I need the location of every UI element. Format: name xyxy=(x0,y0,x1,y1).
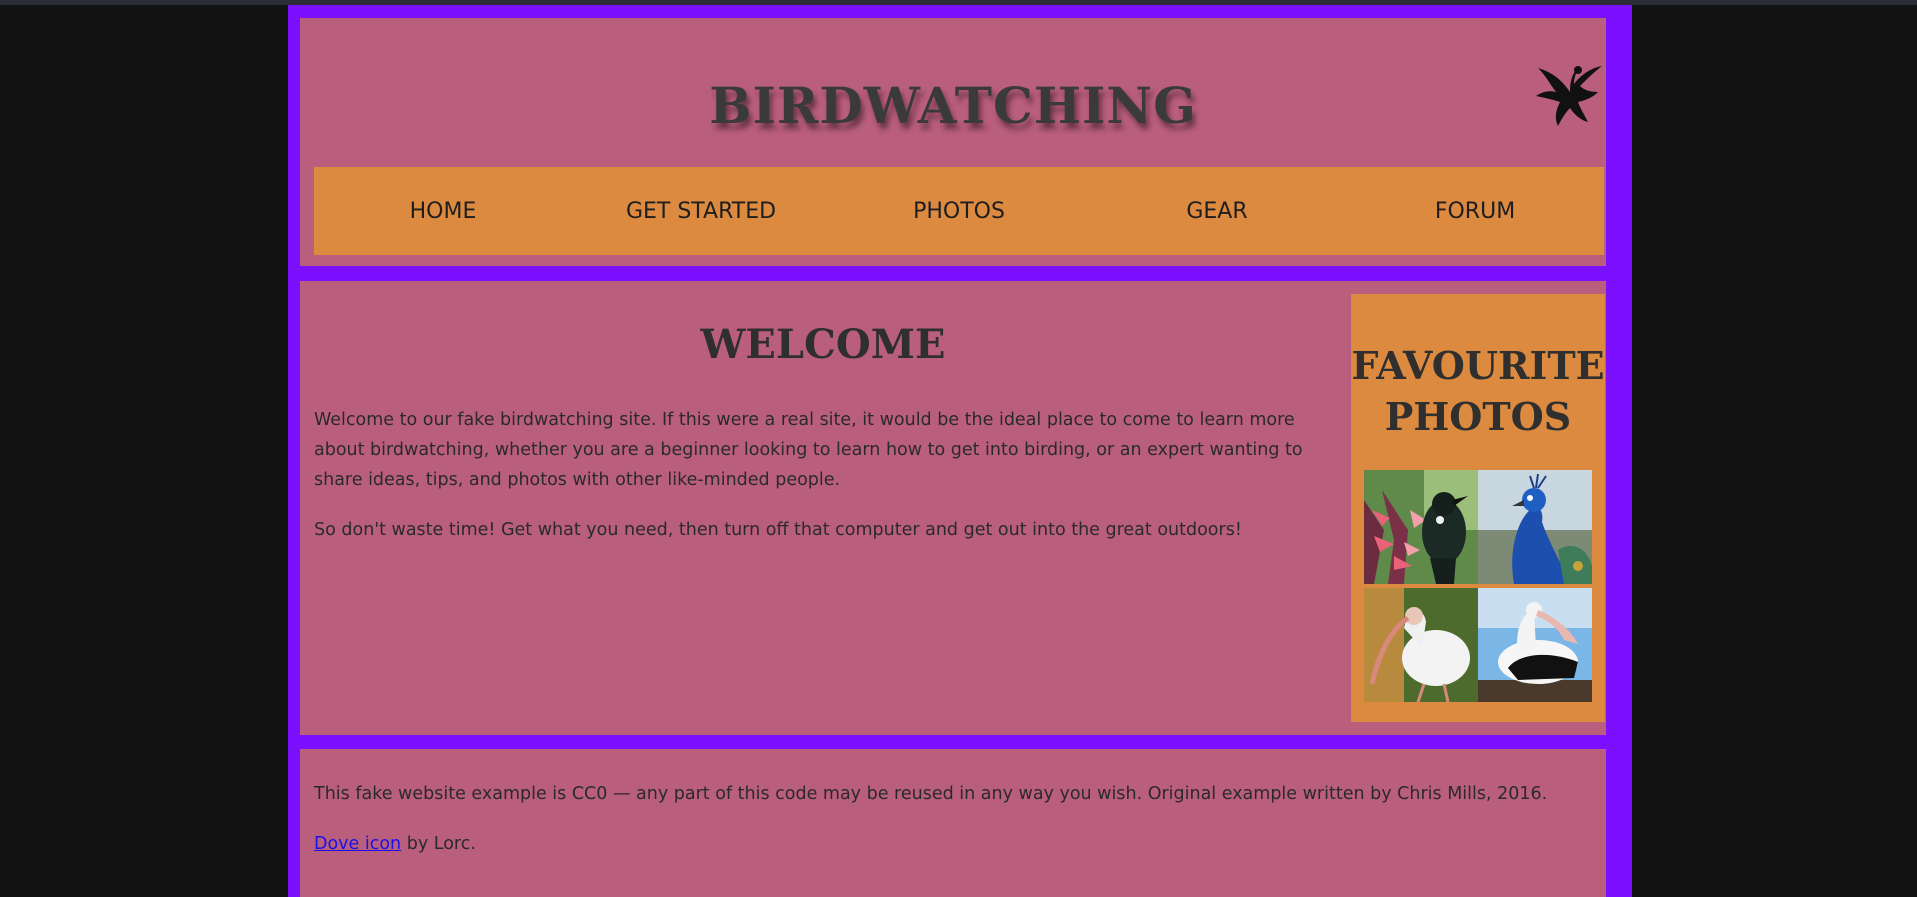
pelican-photo[interactable] xyxy=(1478,588,1592,702)
dove-icon-credit-link[interactable]: Dove icon xyxy=(314,834,401,854)
favourite-photos-sidebar: FAVOURITE PHOTOS xyxy=(1351,294,1605,722)
intro-paragraph: Welcome to our fake birdwatching site. I… xyxy=(314,410,1303,490)
photo-grid xyxy=(1364,470,1592,702)
page-container: BIRDWATCHING HOME GET STARTED PHOTOS GEA… xyxy=(288,5,1632,897)
site-header: BIRDWATCHING HOME GET STARTED PHOTOS GEA… xyxy=(300,18,1606,266)
peacock-photo[interactable] xyxy=(1478,470,1592,584)
main-nav: HOME GET STARTED PHOTOS GEAR FORUM xyxy=(314,167,1604,255)
ibis-photo[interactable] xyxy=(1364,588,1478,702)
cta-paragraph: So don't waste time! Get what you need, … xyxy=(314,520,1242,540)
nav-forum[interactable]: FORUM xyxy=(1346,167,1604,255)
nav-home[interactable]: HOME xyxy=(314,167,572,255)
nav-gear[interactable]: GEAR xyxy=(1088,167,1346,255)
favourite-photos-title: FAVOURITE PHOTOS xyxy=(1351,343,1605,439)
dove-icon xyxy=(1536,66,1602,126)
license-text: This fake website example is CC0 — any p… xyxy=(314,784,1548,804)
nav-get-started[interactable]: GET STARTED xyxy=(572,167,830,255)
credit-line: Dove icon by Lorc. xyxy=(314,829,1584,859)
welcome-title: WELCOME xyxy=(700,321,946,368)
main-content: WELCOME Welcome to our fake birdwatching… xyxy=(300,281,1606,735)
site-title: BIRDWATCHING xyxy=(709,76,1197,135)
credit-author: by Lorc. xyxy=(401,834,476,854)
site-footer: This fake website example is CC0 — any p… xyxy=(300,749,1606,897)
nav-photos[interactable]: PHOTOS xyxy=(830,167,1088,255)
tui-photo[interactable] xyxy=(1364,470,1478,584)
